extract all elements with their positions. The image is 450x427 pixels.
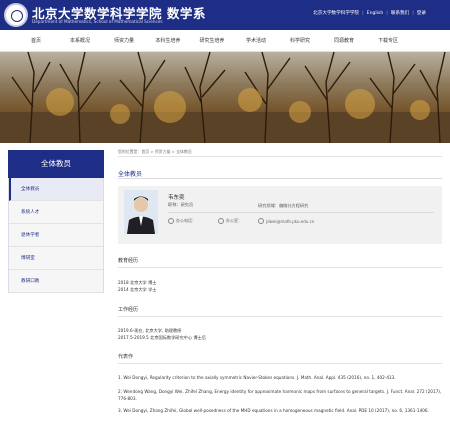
separator: | (412, 10, 414, 16)
profile-phone: 办公电话： (168, 218, 196, 224)
top-link-english[interactable]: English (367, 11, 384, 16)
education-line: 2018 北京大学 博士 (118, 280, 157, 285)
top-link-login[interactable]: 登录 (417, 10, 426, 16)
education-line: 2014 北京大学 学士 (118, 287, 157, 292)
breadcrumb[interactable]: 您的位置是：首页 > 师资力量 > 全体教员 (118, 149, 192, 155)
education-heading: 教育经历 (118, 258, 139, 264)
sidebar-item-retired[interactable]: 退休学者 (9, 224, 103, 247)
top-link-school[interactable]: 北京大学数学科学学院 (313, 10, 359, 16)
sidebar-item-all-faculty[interactable]: 全体教员 (9, 178, 103, 201)
profile-name: 韦东奕 (168, 195, 185, 201)
divider (118, 316, 442, 317)
divider (118, 267, 442, 268)
reference-item: 1. Wei Dongyi, Regularity criterion to t… (118, 375, 396, 380)
sidebar-menu: 全体教员 系统人才 退休学者 博研室 教研口教 (8, 178, 104, 293)
work-line: 2017.5-2019.5 北京国际数学研究中心 博士后 (118, 335, 206, 340)
page-title: 全体教员 (118, 171, 143, 178)
work-heading: 工作经历 (118, 307, 139, 313)
top-link-contact[interactable]: 联系我们 (391, 10, 409, 16)
site-subtitle: Department of Mathematics, School of Mat… (32, 19, 163, 24)
university-logo[interactable] (4, 3, 28, 27)
nav-item-research[interactable]: 科学研究 (278, 30, 322, 51)
top-links: 北京大学数学科学学院 | English | 联系我们 | 登录 (313, 10, 426, 17)
main-nav: 首页 本系概况 师资力量 本科生培养 研究生培养 学术活动 科学研究 同源教育 … (0, 30, 450, 52)
divider (118, 363, 442, 364)
works-heading: 代表作 (118, 354, 134, 360)
profile-photo (124, 190, 158, 234)
profile-email-value[interactable]: jdwei@math.pku.edu.cn (266, 219, 314, 224)
divider (118, 178, 442, 179)
divider (118, 156, 442, 157)
nav-item-overview[interactable]: 本系概况 (58, 30, 102, 51)
separator: | (386, 10, 388, 16)
nav-item-downloads[interactable]: 下载专区 (366, 30, 410, 51)
profile-office-label: 办公室： (226, 218, 242, 223)
location-icon (218, 218, 224, 224)
profile-title: 职称：研究员 (168, 202, 194, 207)
profile-office: 办公室： (218, 218, 242, 224)
work-line: 2019.6-现在, 北京大学, 助理教授 (118, 328, 182, 333)
nav-item-undergrad[interactable]: 本科生培养 (146, 30, 190, 51)
sidebar-item-talents[interactable]: 系统人才 (9, 201, 103, 224)
email-icon (258, 218, 264, 224)
nav-item-academic[interactable]: 学术活动 (234, 30, 278, 51)
profile-phone-label: 办公电话： (176, 218, 196, 223)
phone-icon (168, 218, 174, 224)
nav-item-education[interactable]: 同源教育 (322, 30, 366, 51)
reference-item: 2. Wendong Wang, Dongyi Wei, Zhifei Zhan… (118, 389, 442, 401)
profile-card: 韦东奕 职称：研究员 研究领域：偏微分方程研究 办公电话： 办公室： jdwei… (118, 186, 442, 244)
sidebar-item-teaching[interactable]: 教研口教 (9, 270, 103, 293)
reference-item: 3. Wei Dongyi, Zhang Zhifei, Global well… (118, 408, 429, 413)
sidebar-title: 全体教员 (8, 150, 104, 178)
campus-banner-image (0, 52, 450, 143)
nav-item-home[interactable]: 首页 (14, 30, 58, 51)
nav-item-graduate[interactable]: 研究生培养 (190, 30, 234, 51)
divider (168, 212, 434, 213)
profile-email: jdwei@math.pku.edu.cn (258, 218, 314, 224)
profile-research-field: 研究领域：偏微分方程研究 (258, 203, 309, 208)
sidebar-item-postdocs[interactable]: 博研室 (9, 247, 103, 270)
nav-item-faculty[interactable]: 师资力量 (102, 30, 146, 51)
site-header: 北京大学数学科学学院 数学系 Department of Mathematics… (0, 0, 450, 30)
separator: | (362, 10, 364, 16)
